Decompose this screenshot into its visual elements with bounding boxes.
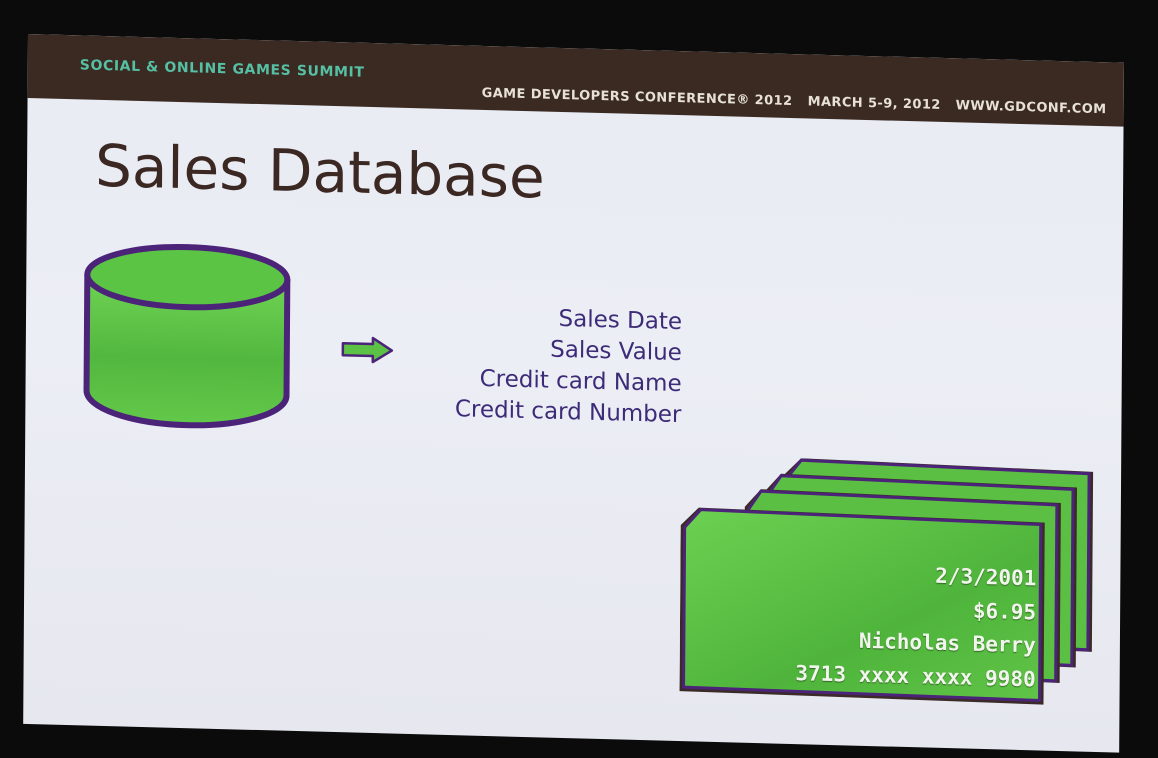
arrow-right-icon (341, 336, 394, 364)
field-card-number: Credit card Number (454, 396, 682, 429)
conference-name: GAME DEVELOPERS CONFERENCE® 2012 (481, 85, 793, 110)
conference-banner: SOCIAL & ONLINE GAMES SUMMIT GAME DEVELO… (27, 34, 1124, 127)
field-list: Sales Date Sales Value Credit card Name … (455, 301, 682, 431)
database-icon (83, 244, 291, 429)
slide-title: Sales Database (94, 131, 545, 212)
record-card-number: 3713 xxxx xxxx 9980 (795, 660, 1036, 691)
conference-website: WWW.GDCONF.COM (955, 98, 1107, 118)
summit-name: SOCIAL & ONLINE GAMES SUMMIT (79, 57, 365, 81)
presentation-slide: SOCIAL & ONLINE GAMES SUMMIT GAME DEVELO… (23, 34, 1124, 753)
conference-dates: MARCH 5-9, 2012 (807, 94, 941, 113)
record-card-values: 2/3/2001 $6.95 Nicholas Berry 3713 xxxx … (795, 556, 1036, 696)
